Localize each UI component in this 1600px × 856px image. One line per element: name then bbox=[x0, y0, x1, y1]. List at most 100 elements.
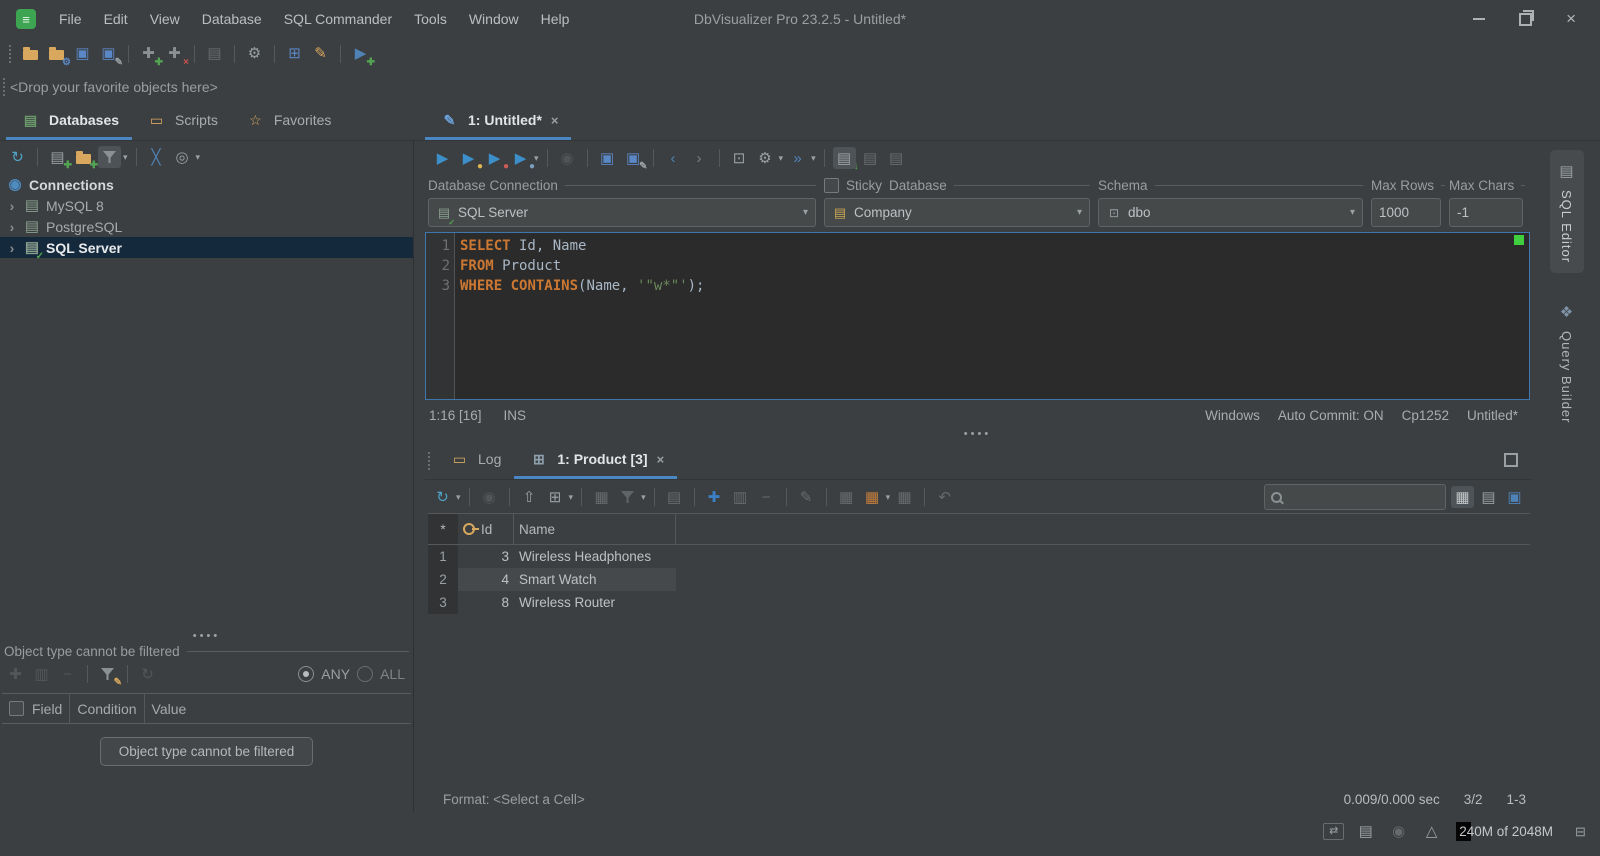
editor-code[interactable]: SELECT Id, Name FROM Product WHERE CONTAIN… bbox=[455, 233, 704, 399]
auto-commit-icon[interactable]: ▤ ↓ bbox=[832, 147, 859, 172]
database-dropdown[interactable]: ▤ Company ▾ bbox=[824, 198, 1090, 227]
stop-icon[interactable]: ◉ bbox=[556, 147, 579, 169]
filter-objects-icon-chevron[interactable]: ▾ bbox=[123, 152, 128, 163]
filter-select-all-checkbox[interactable] bbox=[9, 701, 24, 716]
execute-buffer-icon[interactable]: ▶ ● bbox=[483, 147, 509, 172]
grid-col-name[interactable]: Name bbox=[514, 514, 676, 544]
search-input[interactable] bbox=[1287, 488, 1439, 506]
grid-cell-name[interactable]: Wireless Router bbox=[514, 591, 676, 614]
undo-icon[interactable]: ↶ bbox=[933, 486, 956, 508]
favorites-grip[interactable] bbox=[3, 77, 5, 96]
tool-properties-icon[interactable]: ⚙ bbox=[243, 43, 266, 65]
table-row[interactable]: 2 4 Smart Watch bbox=[428, 568, 1530, 591]
results-tab-close-icon[interactable]: × bbox=[657, 452, 665, 467]
results-grip[interactable] bbox=[428, 452, 430, 470]
table-row[interactable]: 1 3 Wireless Headphones bbox=[428, 545, 1530, 568]
open-recent-icon[interactable]: ⚙ bbox=[45, 43, 71, 67]
tree-item-mysql-8[interactable]: › ▤ MySQL 8 bbox=[0, 195, 413, 216]
filter-objects-icon[interactable] bbox=[98, 146, 121, 168]
form-view-icon[interactable]: ▤ bbox=[1477, 486, 1500, 508]
collapse-all-icon[interactable]: ╳ bbox=[145, 146, 168, 168]
save-as-editor-icon[interactable]: ▣ ✎ bbox=[622, 147, 648, 172]
editor-tools-icon-chevron[interactable]: ▾ bbox=[779, 153, 784, 164]
sidebar-splitter[interactable]: •••• bbox=[0, 630, 413, 642]
grid-compare-icon[interactable]: ▦ bbox=[893, 486, 916, 508]
grid-cell-id[interactable]: 8 bbox=[458, 591, 514, 614]
rowid-icon[interactable]: ▤ bbox=[663, 486, 686, 508]
tree-chevron-icon[interactable]: › bbox=[6, 240, 18, 256]
calculate-icon[interactable]: ▦ bbox=[590, 486, 613, 508]
new-bookmark-icon[interactable]: ▶ ✚ bbox=[349, 43, 375, 67]
add-filter-icon[interactable]: ✚ bbox=[4, 663, 27, 685]
max-rows-input[interactable]: 1000 bbox=[1371, 198, 1441, 227]
menu-database[interactable]: Database bbox=[191, 11, 273, 27]
refresh-filter-icon[interactable]: ↻ bbox=[136, 663, 159, 685]
export-grid-icon[interactable]: ⇧ bbox=[518, 486, 541, 508]
duplicate-row-icon[interactable]: ▥ bbox=[729, 486, 752, 508]
menu-help[interactable]: Help bbox=[530, 11, 581, 27]
locate-object-icon-chevron[interactable]: ▾ bbox=[196, 152, 201, 163]
database-status-icon[interactable]: ▤ bbox=[1354, 820, 1377, 842]
driver-status-icon[interactable]: ◉ bbox=[1387, 820, 1410, 842]
tab-favorites[interactable]: ☆ Favorites bbox=[231, 101, 345, 140]
sticky-database-checkbox[interactable] bbox=[824, 178, 839, 193]
execute-icon[interactable]: ▶ bbox=[431, 147, 454, 169]
grid-search-box[interactable] bbox=[1264, 484, 1446, 510]
grid-cell-id[interactable]: 3 bbox=[458, 545, 514, 568]
minimize-icon[interactable] bbox=[1473, 18, 1486, 20]
tree-root-connections[interactable]: ◉ Connections bbox=[0, 174, 413, 195]
goto-next-icon-chevron[interactable]: ▾ bbox=[811, 153, 816, 164]
rollback-tx-icon[interactable]: ▤ bbox=[885, 147, 908, 169]
menu-file[interactable]: File bbox=[48, 11, 93, 27]
side-tab-sql-editor[interactable]: ▤ SQL Editor bbox=[1549, 150, 1584, 274]
tab-databases[interactable]: ▤ Databases bbox=[6, 101, 133, 140]
visualize-query-icon[interactable]: ⊡ bbox=[728, 147, 751, 169]
rerun-icon[interactable]: ↻ bbox=[431, 486, 454, 508]
tab-scripts[interactable]: ▭ Scripts bbox=[132, 101, 231, 140]
warning-icon[interactable]: △ bbox=[1420, 820, 1443, 842]
copy-filter-icon[interactable]: ▥ bbox=[30, 663, 53, 685]
open-file-icon[interactable] bbox=[19, 43, 42, 65]
sql-editor[interactable]: 123 SELECT Id, Name FROM Product WHERE CON… bbox=[425, 232, 1530, 400]
grid-mode-icon-chevron[interactable]: ▾ bbox=[569, 492, 574, 503]
table-data-icon[interactable]: ⊞ bbox=[283, 43, 306, 65]
grid-col-id[interactable]: Id bbox=[458, 514, 514, 544]
results-tab-1-product-3-[interactable]: ⊞ 1: Product [3] × bbox=[514, 440, 678, 479]
grid-highlight-icon[interactable]: ▦ bbox=[861, 486, 884, 508]
tree-chevron-icon[interactable]: › bbox=[6, 219, 18, 235]
back-icon[interactable]: ‹ bbox=[662, 147, 685, 169]
grid-highlight-icon-chevron[interactable]: ▾ bbox=[886, 492, 891, 503]
table-row[interactable]: 3 8 Wireless Router bbox=[428, 591, 1530, 614]
tree-item-sql-server[interactable]: › ▤ ✓ SQL Server bbox=[0, 237, 413, 261]
remove-filter-icon[interactable]: − bbox=[56, 663, 79, 685]
filter-result-icon-chevron[interactable]: ▾ bbox=[641, 492, 646, 503]
grid-cell-name[interactable]: Wireless Headphones bbox=[514, 545, 676, 568]
editor-tools-icon[interactable]: ⚙ bbox=[754, 147, 777, 169]
save-as-icon[interactable]: ▣ ✎ bbox=[97, 43, 123, 67]
results-splitter[interactable]: •••• bbox=[425, 428, 1530, 440]
any-radio[interactable] bbox=[298, 666, 315, 682]
menu-sql-commander[interactable]: SQL Commander bbox=[273, 11, 403, 27]
delete-row-icon[interactable]: − bbox=[755, 486, 778, 508]
execute-current-icon[interactable]: ▶ ● bbox=[457, 147, 483, 172]
edit-filter-icon[interactable]: ✎ bbox=[96, 663, 122, 688]
grid-mode-icon[interactable]: ⊞ bbox=[544, 486, 567, 508]
forward-icon[interactable]: › bbox=[688, 147, 711, 169]
editor-tab-close-icon[interactable]: × bbox=[551, 113, 559, 128]
grid-cell-id[interactable]: 4 bbox=[458, 568, 514, 591]
memory-indicator[interactable]: 240M of 2048M bbox=[1456, 821, 1556, 841]
close-icon[interactable]: × bbox=[1566, 9, 1576, 29]
schema-dropdown[interactable]: ⊡ dbo ▾ bbox=[1098, 198, 1363, 227]
max-chars-input[interactable]: -1 bbox=[1449, 198, 1523, 227]
menu-tools[interactable]: Tools bbox=[403, 11, 458, 27]
disconnect-icon[interactable]: ✚ × bbox=[163, 43, 189, 67]
create-folder-icon[interactable]: ✚ bbox=[72, 146, 98, 171]
trash-icon[interactable]: ⊟ bbox=[1569, 820, 1592, 842]
grid-settings-icon[interactable]: ▦ bbox=[835, 486, 858, 508]
execute-explain-icon[interactable]: ▶ ● bbox=[509, 147, 535, 172]
refresh-objects-icon[interactable]: ↻ bbox=[6, 146, 29, 168]
maximize-panel-icon[interactable] bbox=[1504, 453, 1518, 467]
grid-corner-cell[interactable]: * bbox=[428, 514, 458, 544]
tree-chevron-icon[interactable]: › bbox=[6, 198, 18, 214]
tree-item-postgresql[interactable]: › ▤ PostgreSQL bbox=[0, 216, 413, 237]
